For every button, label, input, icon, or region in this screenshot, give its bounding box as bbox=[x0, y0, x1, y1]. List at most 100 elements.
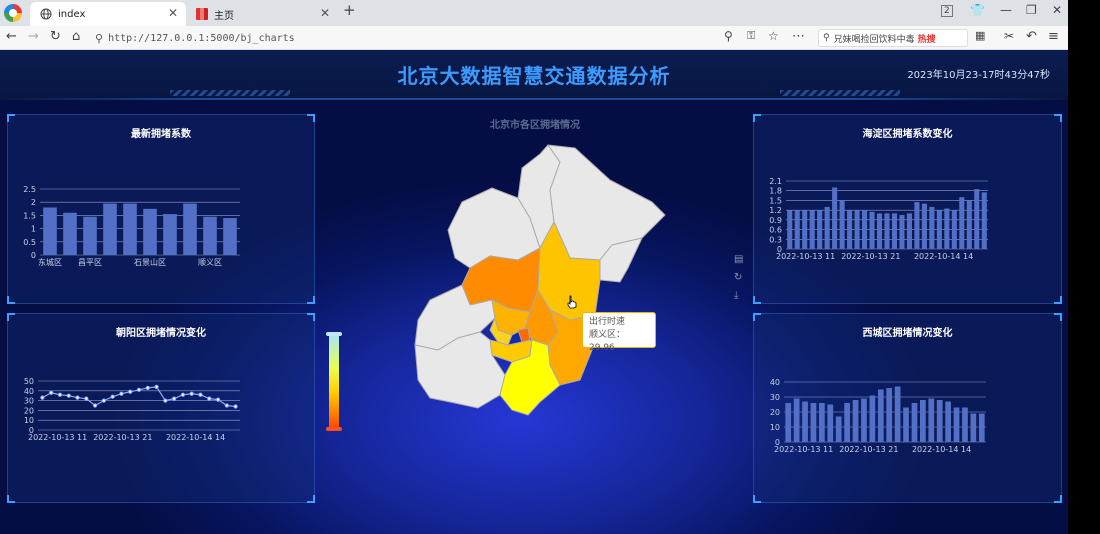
y-tick-label: 0 bbox=[31, 251, 36, 260]
y-tick-label: 1 bbox=[31, 225, 36, 234]
address-toolbar: ← → ↻ ⌂ ⚲ http://127.0.0.1:5000/bj_chart… bbox=[0, 26, 1068, 50]
bar bbox=[914, 202, 920, 249]
bar bbox=[203, 216, 217, 255]
forward-icon[interactable]: → bbox=[28, 29, 39, 44]
y-tick-label: 2 bbox=[31, 198, 36, 207]
data-point bbox=[110, 394, 115, 399]
bar bbox=[903, 407, 909, 442]
x-tick-label: 2022-10-14 14 bbox=[914, 252, 973, 261]
tab-bar: index ✕ 主页 ✕ + 2 👕 — ❐ ✕ bbox=[0, 0, 1068, 26]
visual-map-legend[interactable] bbox=[326, 332, 342, 432]
y-tick-label: 40 bbox=[24, 387, 34, 396]
bar bbox=[921, 203, 927, 249]
y-tick-label: 2.5 bbox=[23, 185, 36, 194]
bar bbox=[962, 407, 968, 442]
tab-label: index bbox=[58, 8, 86, 20]
new-tab-button[interactable]: + bbox=[343, 1, 356, 19]
grid-icon bbox=[196, 8, 208, 20]
y-tick-label: 0.9 bbox=[769, 216, 782, 225]
bar bbox=[143, 208, 157, 255]
x-tick-label: 2022-10-13 21 bbox=[839, 445, 898, 454]
bar-chart-latest: 0 0.5 1 1.5 2 2.5 东城区 昌平区 石景山区 顺义区 bbox=[23, 185, 240, 267]
undo-icon[interactable]: ↶ bbox=[1026, 29, 1037, 44]
bar bbox=[911, 403, 918, 442]
restore-chart-icon[interactable]: ↻ bbox=[734, 272, 742, 283]
data-point bbox=[154, 384, 159, 389]
bar bbox=[103, 203, 117, 255]
bar bbox=[802, 210, 808, 249]
y-tick-label: 1.5 bbox=[769, 196, 782, 205]
browser-logo-icon[interactable] bbox=[4, 4, 22, 22]
key-icon[interactable]: ⚿ bbox=[747, 29, 755, 43]
header-decoration bbox=[170, 90, 290, 96]
more-icon[interactable]: ⋯ bbox=[792, 29, 805, 44]
bar bbox=[827, 404, 834, 442]
star-icon[interactable]: ☆ bbox=[768, 29, 779, 43]
zoom-icon[interactable]: ⚲ bbox=[724, 29, 733, 43]
bar bbox=[959, 197, 965, 249]
bar bbox=[886, 388, 893, 442]
y-tick-label: 0.5 bbox=[23, 238, 36, 247]
x-tick-label: 昌平区 bbox=[78, 258, 102, 267]
hand-cursor-icon bbox=[567, 295, 577, 309]
y-tick-label: 10 bbox=[24, 416, 34, 425]
menu-icon[interactable]: ≡ bbox=[1048, 29, 1059, 44]
clock: 2023年10月23-17时43分47秒 bbox=[907, 70, 1050, 81]
x-tick-label: 2022-10-13 11 bbox=[776, 252, 835, 261]
bar bbox=[844, 403, 850, 442]
bar bbox=[183, 203, 197, 255]
panel-latest-congestion: 最新拥堵系数 0 0.5 1 1.5 2 2.5 东城区 昌平区 石景山区 顺义区 bbox=[7, 114, 315, 304]
data-point bbox=[198, 392, 203, 397]
data-view-icon[interactable]: ▤ bbox=[734, 254, 743, 265]
tooltip-value: 顺义区：29.96 bbox=[589, 330, 626, 353]
browser-window: index ✕ 主页 ✕ + 2 👕 — ❐ ✕ ← → ↻ ⌂ ⚲ http:… bbox=[0, 0, 1068, 534]
data-point bbox=[163, 398, 168, 403]
data-point bbox=[145, 385, 150, 390]
y-tick-label: 0.6 bbox=[769, 226, 782, 235]
shirt-icon[interactable]: 👕 bbox=[970, 3, 985, 17]
data-point bbox=[119, 391, 124, 396]
bar bbox=[929, 206, 935, 249]
bar bbox=[862, 210, 868, 249]
apps-icon[interactable]: ▦ bbox=[975, 29, 985, 42]
bar bbox=[951, 210, 957, 249]
data-point bbox=[215, 397, 221, 402]
map-tooltip: 出行时速 顺义区：29.96 bbox=[582, 312, 656, 353]
bar bbox=[839, 200, 845, 249]
close-tab-icon[interactable]: ✕ bbox=[320, 6, 330, 20]
bar bbox=[876, 213, 883, 249]
reload-icon[interactable]: ↻ bbox=[50, 29, 61, 44]
search-box[interactable]: ⚲ 兄妹喝捡回饮料中毒 热搜 bbox=[818, 29, 968, 47]
map-district-dongcheng[interactable] bbox=[517, 327, 531, 343]
bar bbox=[936, 210, 942, 249]
panel-haidian: 海淀区拥堵系数变化 0 0.3 0.6 0.9 1.2 1.5 1.8 2.1 2022-10-… bbox=[753, 114, 1062, 304]
minimize-icon[interactable]: — bbox=[1000, 3, 1012, 17]
tab-index[interactable]: index ✕ bbox=[30, 2, 186, 26]
bar bbox=[123, 203, 137, 255]
close-window-icon[interactable]: ✕ bbox=[1052, 3, 1062, 17]
tab-home[interactable]: 主页 ✕ bbox=[186, 2, 338, 26]
home-icon[interactable]: ⌂ bbox=[72, 29, 80, 44]
restore-icon[interactable]: ❐ bbox=[1026, 3, 1037, 17]
tab-count-badge[interactable]: 2 bbox=[941, 5, 953, 17]
map-district-miyun[interactable] bbox=[547, 144, 666, 261]
bar bbox=[945, 401, 951, 442]
close-tab-icon[interactable]: ✕ bbox=[168, 6, 178, 20]
save-image-icon[interactable]: ⤓ bbox=[734, 290, 738, 301]
back-icon[interactable]: ← bbox=[6, 29, 17, 44]
address-bar[interactable]: ⚲ http://127.0.0.1:5000/bj_charts bbox=[95, 29, 805, 47]
bar bbox=[966, 200, 972, 249]
x-tick-label: 2022-10-13 11 bbox=[28, 433, 87, 442]
data-point bbox=[66, 393, 71, 398]
scissors-icon[interactable]: ✂ bbox=[1004, 29, 1014, 43]
hot-search-badge[interactable]: 热搜 bbox=[918, 32, 936, 45]
data-point bbox=[189, 391, 194, 396]
data-point bbox=[40, 395, 45, 400]
bar bbox=[877, 389, 884, 442]
y-tick-label: 30 bbox=[24, 397, 34, 406]
y-tick-label: 1.5 bbox=[23, 211, 36, 220]
x-tick-label: 2022-10-13 11 bbox=[774, 445, 833, 454]
bar bbox=[852, 400, 859, 442]
x-tick-label: 石景山区 bbox=[134, 257, 166, 267]
data-point bbox=[207, 396, 212, 401]
